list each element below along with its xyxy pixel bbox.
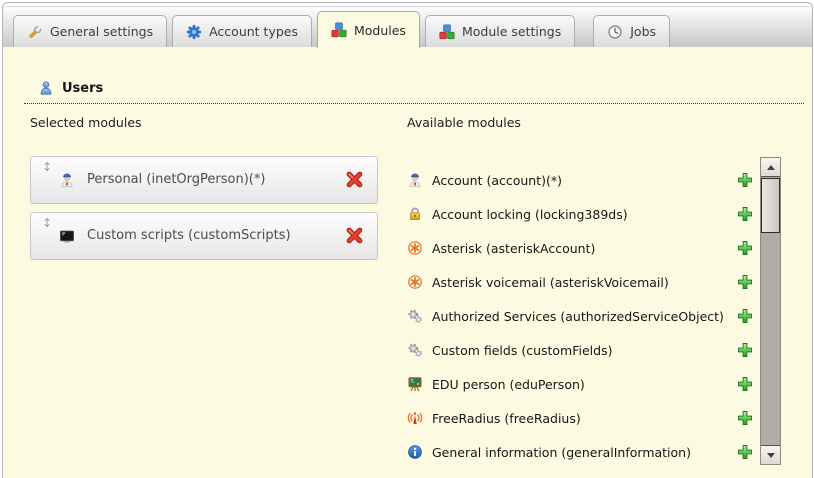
tab-jobs[interactable]: Jobs [593,15,670,47]
asterisk-icon [407,240,423,256]
available-module-row: General information (generalInformation) [407,435,753,469]
info-icon [407,444,423,460]
module-label: Account locking (locking389ds) [432,207,628,222]
green-plus-icon[interactable] [737,308,753,324]
available-module-row: Account locking (locking389ds) [407,197,753,231]
module-label: Asterisk voicemail (asteriskVoicemail) [432,275,669,290]
drag-handle-icon[interactable]: ↕ [42,160,52,174]
gears-icon [407,308,423,324]
triangle-down-icon [767,453,775,458]
green-plus-icon[interactable] [737,342,753,358]
blocks-icon [331,22,347,38]
person-icon [59,172,75,188]
tab-label: Jobs [630,24,656,39]
antenna-icon [407,410,423,426]
available-modules-heading: Available modules [407,115,521,130]
chalkboard-icon [407,376,423,392]
available-module-row: Asterisk voicemail (asteriskVoicemail) [407,265,753,299]
available-module-row: FreeRadius (freeRadius) [407,401,753,435]
terminal-icon [59,228,75,244]
tab-label: Modules [354,23,406,38]
module-label: FreeRadius (freeRadius) [432,411,581,426]
drag-handle-icon[interactable]: ↕ [42,216,52,230]
green-plus-icon[interactable] [737,206,753,222]
padlock-icon [407,206,423,222]
triangle-up-icon [767,165,775,170]
asterisk-icon [407,274,423,290]
module-label: Asterisk (asteriskAccount) [432,241,595,256]
green-plus-icon[interactable] [737,172,753,188]
scroll-up-button[interactable] [761,158,780,177]
tab-label: Module settings [462,24,561,39]
clock-icon [607,24,623,40]
green-plus-icon[interactable] [737,240,753,256]
module-label: Authorized Services (authorizedServiceOb… [432,309,724,324]
module-label: Custom fields (customFields) [432,343,612,358]
scrollbar-thumb[interactable] [761,178,780,233]
red-x-icon[interactable] [346,171,363,188]
green-plus-icon[interactable] [737,274,753,290]
module-label: Personal (inetOrgPerson)(*) [87,172,265,187]
tab-module-settings[interactable]: Module settings [425,15,575,47]
selected-module-row[interactable]: ↕ Custom scripts (customScripts) [30,212,378,260]
module-label: Custom scripts (customScripts) [87,228,291,243]
green-plus-icon[interactable] [737,376,753,392]
module-label: EDU person (eduPerson) [432,377,585,392]
users-section-header: Users [24,80,804,104]
tab-label: General settings [50,24,153,39]
available-module-row: Custom fields (customFields) [407,333,753,367]
tab-general-settings[interactable]: General settings [13,15,167,47]
tab-modules[interactable]: Modules [317,11,420,48]
person-icon [407,172,423,188]
gears-icon [407,342,423,358]
green-plus-icon[interactable] [737,410,753,426]
wrench-icon [27,24,43,40]
scroll-down-button[interactable] [761,445,780,464]
lam-configuration-window: General settings Account types [0,0,814,478]
tab-bar: General settings Account types [3,6,812,48]
tab-account-types[interactable]: Account types [172,15,312,47]
available-module-row: Asterisk (asteriskAccount) [407,231,753,265]
blocks-icon [439,24,455,40]
green-plus-icon[interactable] [737,444,753,460]
selected-module-row[interactable]: ↕ Personal (inetOrgPerson)(*) [30,156,378,204]
available-modules-scrollbar[interactable] [760,157,781,465]
gear-icon [186,24,202,40]
tab-label: Account types [209,24,298,39]
module-label: Account (account)(*) [432,173,562,188]
selected-modules-heading: Selected modules [30,115,142,130]
module-label: General information (generalInformation) [432,445,691,460]
available-module-row: EDU person (eduPerson) [407,367,753,401]
section-title: Users [62,81,103,96]
available-module-row: Account (account)(*) [407,163,753,197]
available-module-row: Authorized Services (authorizedServiceOb… [407,299,753,333]
user-icon [38,80,54,96]
red-x-icon[interactable] [346,227,363,244]
